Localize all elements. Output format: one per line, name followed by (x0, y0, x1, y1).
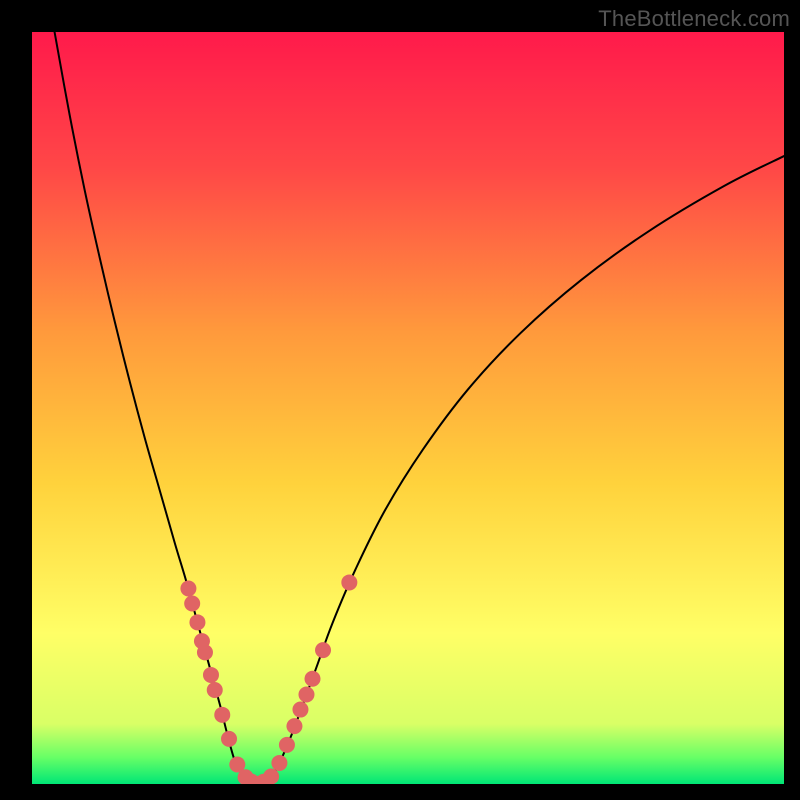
watermark-text: TheBottleneck.com (598, 6, 790, 32)
dot-dots-right-2 (271, 755, 287, 771)
dot-dots-left-0 (180, 580, 196, 596)
dot-dots-right-7 (305, 671, 321, 687)
dot-dots-left-2 (189, 614, 205, 630)
dot-dots-left-5 (203, 667, 219, 683)
dot-dots-right-8 (315, 642, 331, 658)
dot-dots-right-5 (292, 702, 308, 718)
dot-dots-right-9 (341, 574, 357, 590)
dot-dots-right-4 (286, 718, 302, 734)
dot-dots-left-1 (184, 596, 200, 612)
dot-dots-left-6 (207, 682, 223, 698)
gradient-background (32, 32, 784, 784)
chart-svg (32, 32, 784, 784)
dot-dots-right-3 (279, 737, 295, 753)
dot-dots-right-6 (298, 687, 314, 703)
dot-dots-left-7 (214, 707, 230, 723)
dot-dots-left-4 (197, 644, 213, 660)
plot-area (32, 32, 784, 784)
dot-dots-left-8 (221, 731, 237, 747)
dot-dots-right-1 (263, 768, 279, 784)
chart-frame: TheBottleneck.com (0, 0, 800, 800)
